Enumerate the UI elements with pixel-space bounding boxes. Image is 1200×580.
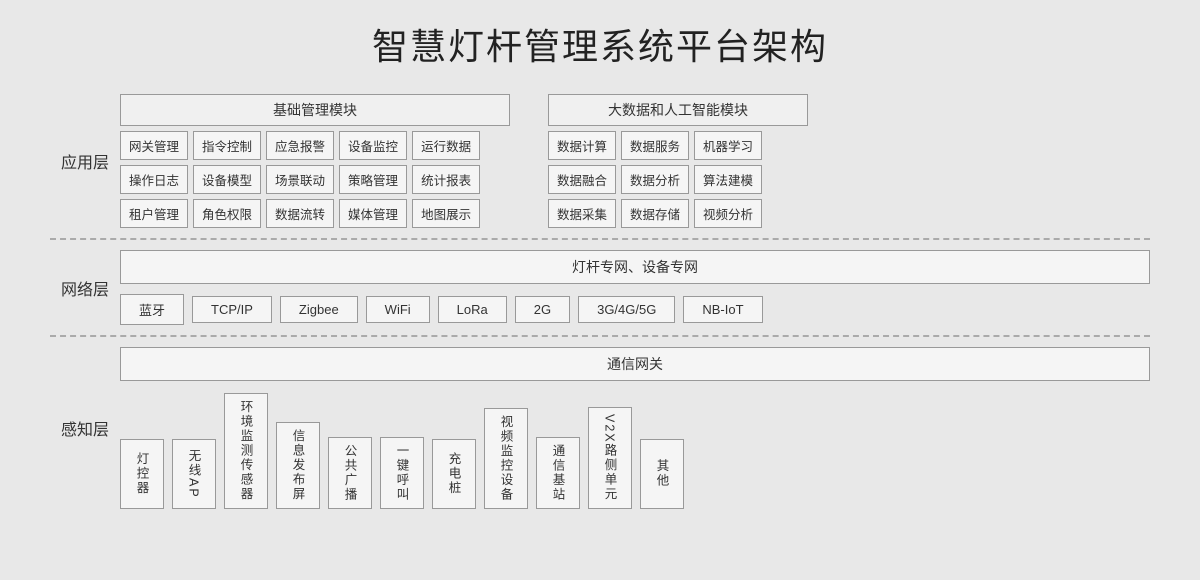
app-item-devmonitor: 设备监控 [339,131,407,160]
app-item-datasrv: 数据服务 [621,131,689,160]
app-item-strategy: 策略管理 [339,165,407,194]
app-right-row-1: 数据计算 数据服务 机器学习 [548,131,808,160]
app-right-row-2: 数据融合 数据分析 算法建模 [548,165,808,194]
perc-item-video-monitor: 视频监控设备 [484,408,528,509]
net-item-3g4g5g: 3G/4G/5G [578,296,675,323]
app-item-alarm: 应急报警 [266,131,334,160]
net-item-2g: 2G [515,296,570,323]
app-layer-label: 应用层 [50,94,120,228]
app-item-cmd: 指令控制 [193,131,261,160]
app-sections: 基础管理模块 网关管理 指令控制 应急报警 设备监控 运行数据 操作日志 设备模… [120,94,1150,228]
page-title: 智慧灯杆管理系统平台架构 [372,18,828,70]
network-layer-label: 网络层 [50,250,120,325]
perception-layer: 感知层 通信网关 灯控器 无线AP 环境监测传感器 信息发布屏 公共广播 一键呼… [50,337,1150,509]
network-items-row: 蓝牙 TCP/IP Zigbee WiFi LoRa 2G 3G/4G/5G N… [120,294,1150,325]
app-left-row-3: 租户管理 角色权限 数据流转 媒体管理 地图展示 [120,199,510,228]
app-left-row-1: 网关管理 指令控制 应急报警 设备监控 运行数据 [120,131,510,160]
app-left-section: 基础管理模块 网关管理 指令控制 应急报警 设备监控 运行数据 操作日志 设备模… [120,94,510,228]
perc-item-info-screen: 信息发布屏 [276,422,320,509]
perception-layer-label: 感知层 [50,347,120,509]
app-item-role: 角色权限 [193,199,261,228]
app-item-tenant: 租户管理 [120,199,188,228]
app-item-ml: 机器学习 [694,131,762,160]
perc-item-v2x: V2X路侧单元 [588,407,632,509]
perception-gateway-label: 通信网关 [120,347,1150,381]
app-item-algo: 算法建模 [694,165,762,194]
network-full-label: 灯杆专网、设备专网 [120,250,1150,284]
app-item-datastorage: 数据存储 [621,199,689,228]
app-right-row-3: 数据采集 数据存储 视频分析 [548,199,808,228]
app-item-media: 媒体管理 [339,199,407,228]
net-item-bluetooth: 蓝牙 [120,294,184,325]
network-layer: 网络层 灯杆专网、设备专网 蓝牙 TCP/IP Zigbee WiFi LoRa… [50,240,1150,337]
net-item-nbiot: NB-IoT [683,296,762,323]
perc-item-wireless-ap: 无线AP [172,439,216,509]
app-left-row-2: 操作日志 设备模型 场景联动 策略管理 统计报表 [120,165,510,194]
app-item-datafusion: 数据融合 [548,165,616,194]
app-item-devmodel: 设备模型 [193,165,261,194]
app-item-rundata: 运行数据 [412,131,480,160]
perception-layer-content: 通信网关 灯控器 无线AP 环境监测传感器 信息发布屏 公共广播 一键呼叫 充电… [120,347,1150,509]
perc-item-broadcast: 公共广播 [328,437,372,509]
perc-item-call-btn: 一键呼叫 [380,437,424,509]
app-item-datacollect: 数据采集 [548,199,616,228]
perception-items-row: 灯控器 无线AP 环境监测传感器 信息发布屏 公共广播 一键呼叫 充电桩 视频监… [120,393,1150,509]
net-item-tcpip: TCP/IP [192,296,272,323]
app-item-map: 地图展示 [412,199,480,228]
app-layer: 应用层 基础管理模块 网关管理 指令控制 应急报警 设备监控 运行数据 操作日志… [50,84,1150,240]
app-layer-content: 基础管理模块 网关管理 指令控制 应急报警 设备监控 运行数据 操作日志 设备模… [120,94,1150,228]
perc-item-env-sensor: 环境监测传感器 [224,393,268,509]
app-right-section: 大数据和人工智能模块 数据计算 数据服务 机器学习 数据融合 数据分析 算法建模… [548,94,808,228]
main-content: 应用层 基础管理模块 网关管理 指令控制 应急报警 设备监控 运行数据 操作日志… [50,84,1150,509]
perc-item-light-controller: 灯控器 [120,439,164,509]
perc-item-other: 其他 [640,439,684,509]
app-item-statreport: 统计报表 [412,165,480,194]
network-layer-content: 灯杆专网、设备专网 蓝牙 TCP/IP Zigbee WiFi LoRa 2G … [120,250,1150,325]
app-item-dataflow: 数据流转 [266,199,334,228]
net-item-wifi: WiFi [366,296,430,323]
app-item-scene: 场景联动 [266,165,334,194]
app-item-oplog: 操作日志 [120,165,188,194]
net-item-lora: LoRa [438,296,507,323]
net-item-zigbee: Zigbee [280,296,358,323]
right-section-header: 大数据和人工智能模块 [548,94,808,126]
left-section-header: 基础管理模块 [120,94,510,126]
app-item-dataanalysis: 数据分析 [621,165,689,194]
perc-item-charging: 充电桩 [432,439,476,509]
app-item-datacalc: 数据计算 [548,131,616,160]
app-item-gateway: 网关管理 [120,131,188,160]
app-item-videoanalysis: 视频分析 [694,199,762,228]
perc-item-comm-station: 通信基站 [536,437,580,509]
